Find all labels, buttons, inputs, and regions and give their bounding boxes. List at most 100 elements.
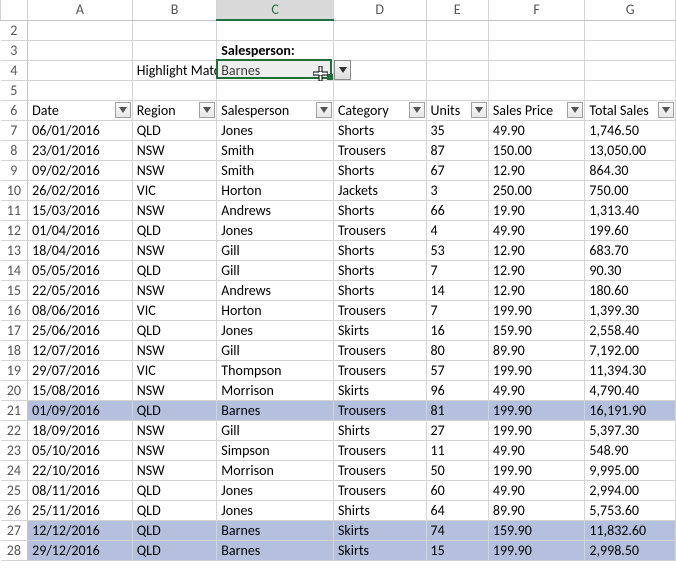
cell-total[interactable]: 1,313.40 <box>585 200 676 220</box>
cell-region[interactable]: QLD <box>132 500 217 520</box>
cell[interactable] <box>585 80 676 100</box>
row-header[interactable]: 2 <box>1 20 28 40</box>
cell-region[interactable]: QLD <box>132 480 217 500</box>
cell-units[interactable]: 11 <box>426 440 488 460</box>
filter-totalsales[interactable] <box>658 102 674 118</box>
cell-units[interactable]: 67 <box>426 160 488 180</box>
cell-salesperson[interactable]: Gill <box>217 240 334 260</box>
filter-region[interactable] <box>199 102 215 118</box>
cell-date[interactable]: 12/12/2016 <box>28 520 133 540</box>
table-row[interactable]: 2625/11/2016QLDJonesShirts6489.905,753.6… <box>1 500 676 520</box>
cell-total[interactable]: 548.90 <box>585 440 676 460</box>
cell-salesperson[interactable]: Gill <box>217 340 334 360</box>
cell[interactable] <box>333 20 426 40</box>
table-row[interactable]: 909/02/2016NSWSmithShorts6712.90864.30 <box>1 160 676 180</box>
cell-date[interactable]: 18/04/2016 <box>28 240 133 260</box>
row-header[interactable]: 21 <box>1 400 28 420</box>
select-all-corner[interactable] <box>1 0 28 20</box>
cell-price[interactable]: 199.90 <box>488 540 585 560</box>
cell-price[interactable]: 150.00 <box>488 140 585 160</box>
cell-units[interactable]: 74 <box>426 520 488 540</box>
row-header[interactable]: 19 <box>1 360 28 380</box>
row-header[interactable]: 13 <box>1 240 28 260</box>
cell[interactable] <box>333 40 426 60</box>
cell[interactable] <box>132 40 217 60</box>
col-category[interactable]: Category <box>333 100 426 120</box>
table-row[interactable]: 1405/05/2016QLDGillShorts712.9090.30 <box>1 260 676 280</box>
cell-price[interactable]: 49.90 <box>488 120 585 140</box>
cell[interactable] <box>585 40 676 60</box>
table-row[interactable]: 2829/12/2016QLDBarnesSkirts15199.902,998… <box>1 540 676 560</box>
cell-price[interactable]: 89.90 <box>488 340 585 360</box>
cell-price[interactable]: 199.90 <box>488 460 585 480</box>
cell-price[interactable]: 199.90 <box>488 300 585 320</box>
cell-salesperson[interactable]: Simpson <box>217 440 334 460</box>
cell-category[interactable]: Shorts <box>333 200 426 220</box>
cell-total[interactable]: 11,394.30 <box>585 360 676 380</box>
cell-region[interactable]: NSW <box>132 340 217 360</box>
cell-date[interactable]: 05/10/2016 <box>28 440 133 460</box>
cell[interactable] <box>426 20 488 40</box>
table-row[interactable]: 2508/11/2016QLDJonesTrousers6049.902,994… <box>1 480 676 500</box>
table-row[interactable]: 2422/10/2016NSWMorrisonTrousers50199.909… <box>1 460 676 480</box>
cell-price[interactable]: 199.90 <box>488 400 585 420</box>
cell-category[interactable]: Trousers <box>333 460 426 480</box>
table-row[interactable]: 1522/05/2016NSWAndrewsShorts1412.90180.6… <box>1 280 676 300</box>
cell-date[interactable]: 15/03/2016 <box>28 200 133 220</box>
cell-units[interactable]: 66 <box>426 200 488 220</box>
cell-category[interactable]: Shorts <box>333 280 426 300</box>
cell-salesperson[interactable]: Jones <box>217 320 334 340</box>
spreadsheet-grid[interactable]: ABCDEFG 23Salesperson:4Highlight Matches… <box>0 0 676 561</box>
cell-salesperson[interactable]: Barnes <box>217 400 334 420</box>
col-date[interactable]: Date <box>28 100 133 120</box>
cell-total[interactable]: 5,397.30 <box>585 420 676 440</box>
cell-units[interactable]: 60 <box>426 480 488 500</box>
cell-category[interactable]: Shorts <box>333 160 426 180</box>
cell-salesperson[interactable]: Gill <box>217 260 334 280</box>
column-header-D[interactable]: D <box>333 0 426 20</box>
cell-region[interactable]: QLD <box>132 260 217 280</box>
col-totalsales[interactable]: Total Sales <box>585 100 676 120</box>
row-header[interactable]: 16 <box>1 300 28 320</box>
row-header[interactable]: 17 <box>1 320 28 340</box>
cell-date[interactable]: 26/02/2016 <box>28 180 133 200</box>
row-header[interactable]: 15 <box>1 280 28 300</box>
cell-price[interactable]: 19.90 <box>488 200 585 220</box>
cell-region[interactable]: QLD <box>132 520 217 540</box>
cell-total[interactable]: 1,746.50 <box>585 120 676 140</box>
table-row[interactable]: 823/01/2016NSWSmithTrousers87150.0013,05… <box>1 140 676 160</box>
row-header[interactable]: 25 <box>1 480 28 500</box>
cell-units[interactable]: 35 <box>426 120 488 140</box>
row-header[interactable]: 8 <box>1 140 28 160</box>
col-salesperson[interactable]: Salesperson <box>217 100 334 120</box>
table-row[interactable]: 706/01/2016QLDJonesShorts3549.901,746.50 <box>1 120 676 140</box>
cell-total[interactable]: 4,790.40 <box>585 380 676 400</box>
cell-category[interactable]: Shorts <box>333 120 426 140</box>
row-header[interactable]: 9 <box>1 160 28 180</box>
table-row[interactable]: 1026/02/2016VICHortonJackets3250.00750.0… <box>1 180 676 200</box>
col-salesprice[interactable]: Sales Price <box>488 100 585 120</box>
cell-units[interactable]: 50 <box>426 460 488 480</box>
cell-salesperson[interactable]: Andrews <box>217 280 334 300</box>
table-row[interactable]: 1201/04/2016QLDJonesTrousers449.90199.60 <box>1 220 676 240</box>
cell-category[interactable]: Trousers <box>333 300 426 320</box>
table-row[interactable]: 1812/07/2016NSWGillTrousers8089.907,192.… <box>1 340 676 360</box>
cell-total[interactable]: 11,832.60 <box>585 520 676 540</box>
cell-category[interactable]: Shirts <box>333 420 426 440</box>
column-header-F[interactable]: F <box>488 0 585 20</box>
cell[interactable] <box>426 60 488 80</box>
cell-salesperson[interactable]: Barnes <box>217 520 334 540</box>
cell-price[interactable]: 199.90 <box>488 420 585 440</box>
cell-salesperson[interactable]: Thompson <box>217 360 334 380</box>
row-header[interactable]: 3 <box>1 40 28 60</box>
cell[interactable] <box>28 40 133 60</box>
cell-total[interactable]: 90.30 <box>585 260 676 280</box>
filter-units[interactable] <box>471 102 487 118</box>
cell-units[interactable]: 14 <box>426 280 488 300</box>
cell-price[interactable]: 49.90 <box>488 440 585 460</box>
column-header-E[interactable]: E <box>426 0 488 20</box>
cell-units[interactable]: 4 <box>426 220 488 240</box>
cell-category[interactable]: Jackets <box>333 180 426 200</box>
cell-total[interactable]: 13,050.00 <box>585 140 676 160</box>
column-header-A[interactable]: A <box>28 0 133 20</box>
